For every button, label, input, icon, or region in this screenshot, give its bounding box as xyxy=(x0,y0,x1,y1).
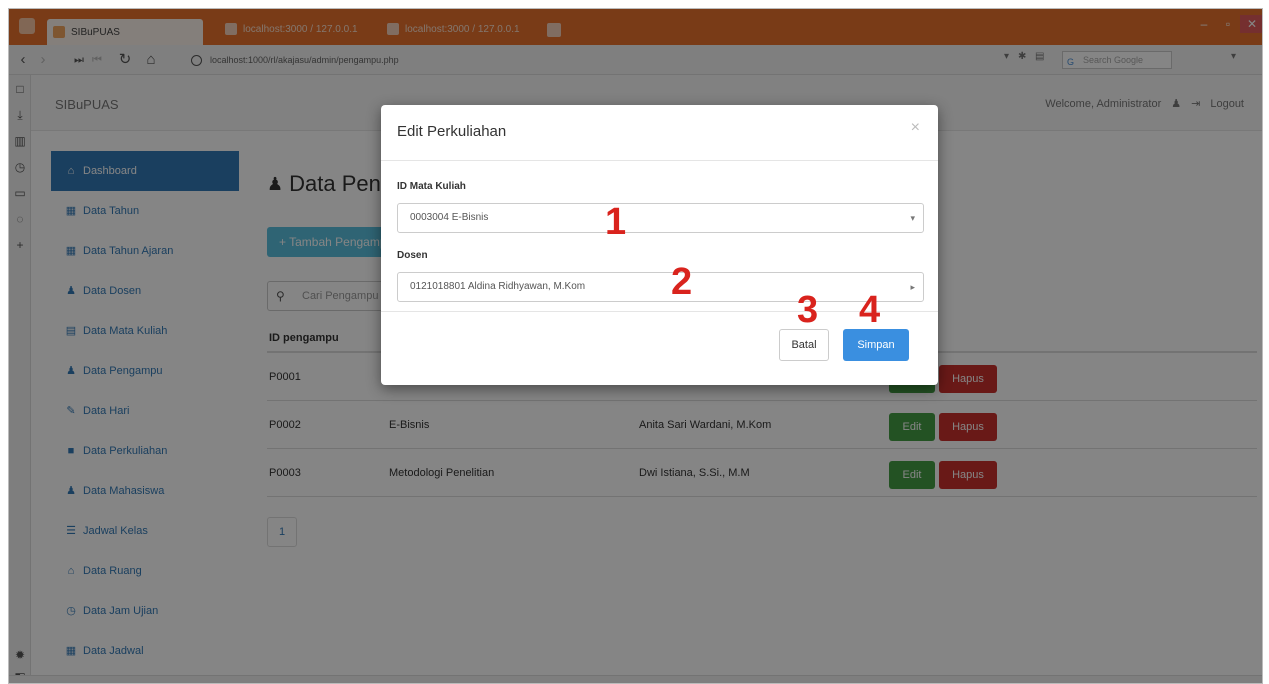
edit-perkuliahan-modal: Edit Perkuliahan × ID Mata Kuliah 000300… xyxy=(381,105,938,385)
modal-title: Edit Perkuliahan xyxy=(397,123,507,140)
annotation-marker-2: 2 xyxy=(671,261,693,303)
annotation-marker-3: 3 xyxy=(797,289,819,331)
cancel-button[interactable]: Batal xyxy=(779,329,829,361)
annotation-marker-4: 4 xyxy=(859,289,881,331)
browser-window: SIBuPUAS localhost:3000 / 127.0.0.1 loca… xyxy=(8,8,1263,684)
chevron-down-icon: ▾ xyxy=(910,213,915,223)
modal-footer: Batal Simpan xyxy=(381,311,938,385)
annotation-marker-1: 1 xyxy=(605,201,627,243)
dosen-label: Dosen xyxy=(397,250,428,261)
mata-kuliah-select[interactable]: 0003004 E-Bisnis ▾ xyxy=(397,203,924,233)
dosen-value: 0121018801 Aldina Ridhyawan, M.Kom xyxy=(410,281,586,292)
chevron-down-icon: ▸ xyxy=(910,282,915,292)
dosen-select[interactable]: 0121018801 Aldina Ridhyawan, M.Kom ▸ xyxy=(397,272,924,302)
modal-header: Edit Perkuliahan × xyxy=(381,105,938,161)
mata-kuliah-value: 0003004 E-Bisnis xyxy=(410,212,489,223)
save-button[interactable]: Simpan xyxy=(843,329,909,361)
close-icon[interactable]: × xyxy=(911,119,920,137)
mata-kuliah-label: ID Mata Kuliah xyxy=(397,181,466,192)
